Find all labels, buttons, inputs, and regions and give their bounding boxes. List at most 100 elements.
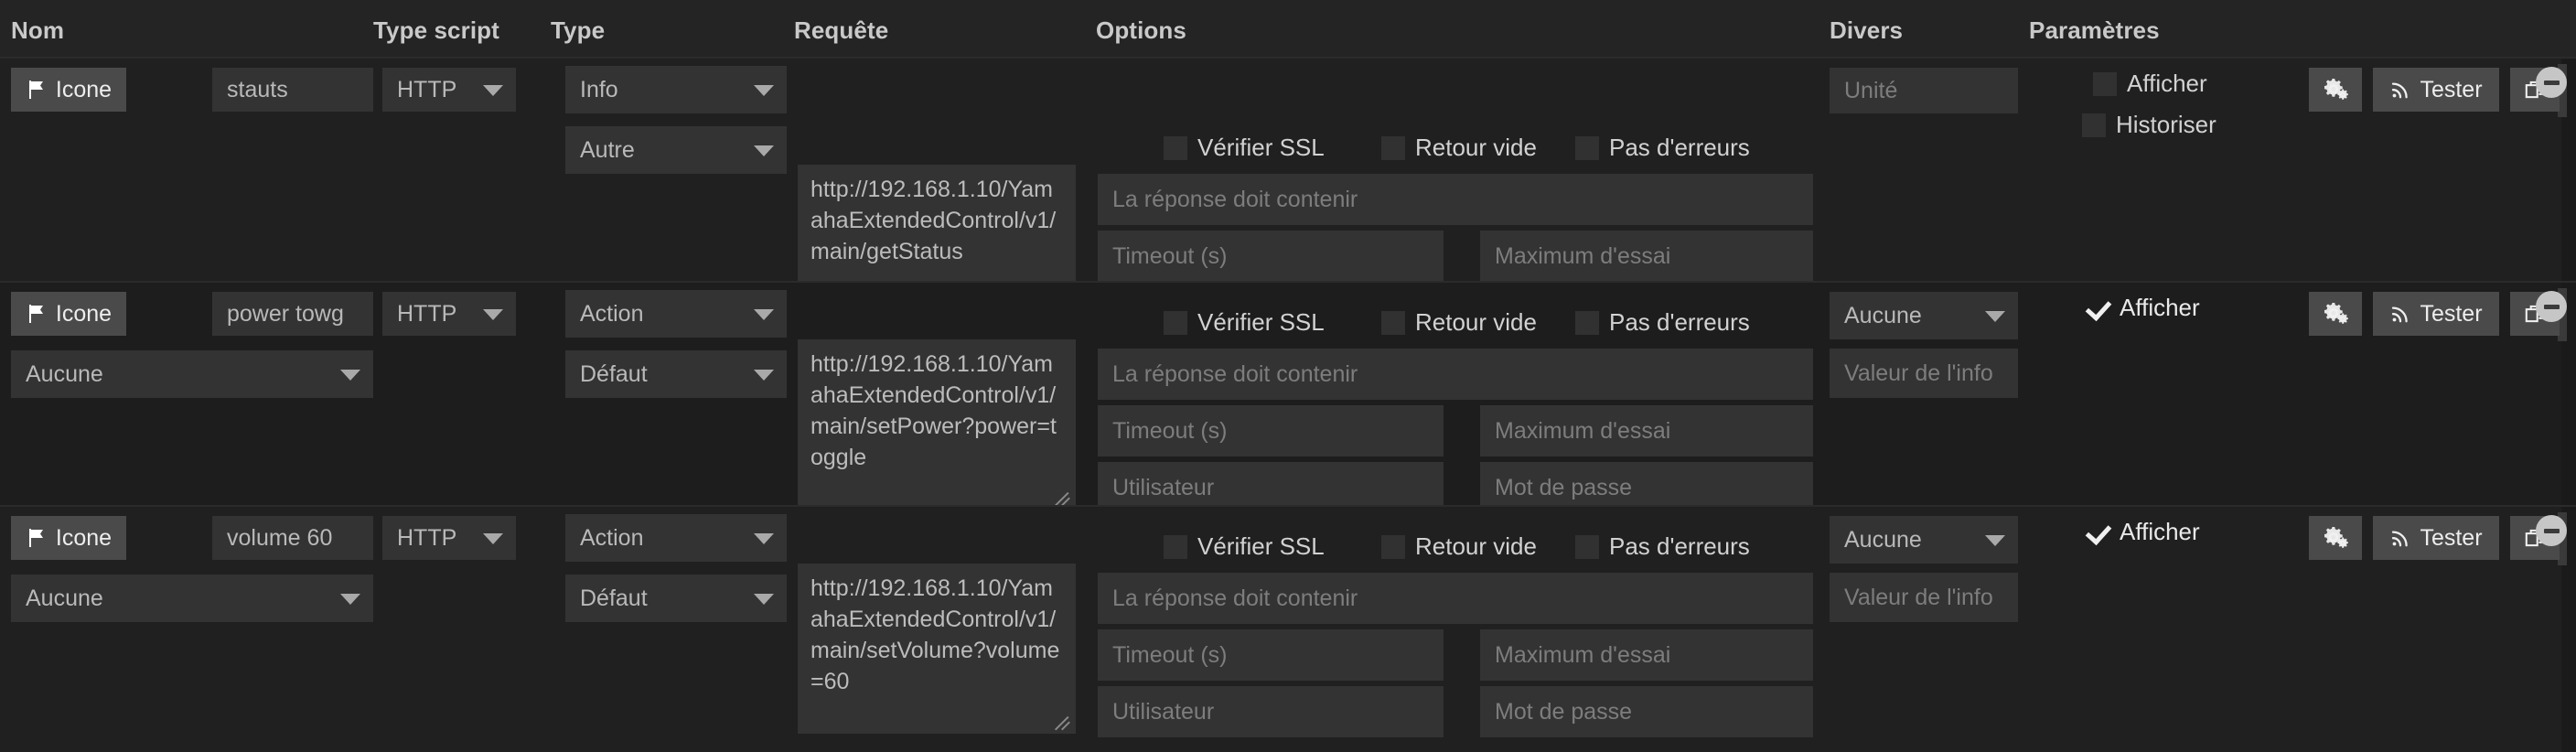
checkbox-box bbox=[1164, 135, 1187, 160]
info-value-input[interactable]: Valeur de l'info bbox=[1830, 349, 2018, 398]
verify-ssl-checkbox[interactable]: Vérifier SSL bbox=[1164, 532, 1325, 561]
timeout-input[interactable]: Timeout (s) bbox=[1098, 405, 1444, 457]
icon-picker-label: Icone bbox=[55, 76, 113, 102]
empty-return-label: Retour vide bbox=[1415, 532, 1537, 560]
historize-label: Historiser bbox=[2116, 111, 2216, 138]
chevron-down-icon bbox=[754, 145, 774, 156]
no-errors-checkbox[interactable]: Pas d'erreurs bbox=[1575, 532, 1750, 561]
show-checkbox[interactable]: Afficher bbox=[2093, 70, 2207, 98]
no-errors-checkbox[interactable]: Pas d'erreurs bbox=[1575, 134, 1750, 162]
test-button[interactable]: Tester bbox=[2373, 516, 2499, 560]
checkbox-box bbox=[1164, 310, 1187, 335]
chevron-down-icon bbox=[340, 370, 360, 381]
command-subtype-select[interactable]: Autre bbox=[565, 126, 787, 174]
request-textarea[interactable]: http://192.168.1.10/YamahaExtendedContro… bbox=[798, 564, 1076, 734]
no-errors-checkbox[interactable]: Pas d'erreurs bbox=[1575, 308, 1750, 337]
divers-select-value: Aucune bbox=[1844, 302, 1922, 328]
remove-command-button[interactable] bbox=[2536, 291, 2567, 322]
resize-handle-icon[interactable] bbox=[1057, 715, 1073, 732]
script-type-value: HTTP bbox=[397, 300, 457, 327]
cogs-icon bbox=[2322, 524, 2349, 552]
divers-select[interactable]: Aucune bbox=[1830, 292, 2018, 339]
rss-signal-icon bbox=[2389, 527, 2411, 549]
empty-return-label: Retour vide bbox=[1415, 308, 1537, 336]
historize-checkbox[interactable]: Historiser bbox=[2082, 111, 2216, 139]
command-subtype-select[interactable]: Défaut bbox=[565, 350, 787, 398]
configure-button[interactable] bbox=[2309, 292, 2362, 336]
command-row: Icone stauts HTTP Info Autre http://192.… bbox=[0, 57, 2576, 338]
chevron-down-icon bbox=[1985, 535, 2005, 546]
checkbox-box bbox=[1164, 534, 1187, 559]
empty-return-checkbox[interactable]: Retour vide bbox=[1381, 532, 1537, 561]
icon-picker-button[interactable]: Icone bbox=[11, 68, 126, 112]
command-name-input[interactable]: power towg bbox=[212, 292, 373, 336]
verify-ssl-checkbox[interactable]: Vérifier SSL bbox=[1164, 308, 1325, 337]
command-name-input[interactable]: volume 60 bbox=[212, 516, 373, 560]
checkbox-box bbox=[2086, 296, 2109, 320]
max-retry-input[interactable]: Maximum d'essai bbox=[1480, 629, 1813, 681]
checkbox-box bbox=[1381, 534, 1405, 559]
chevron-down-icon bbox=[754, 594, 774, 605]
script-type-select[interactable]: HTTP bbox=[382, 68, 516, 112]
checkbox-box bbox=[2086, 521, 2109, 544]
show-checkbox[interactable]: Afficher bbox=[2086, 294, 2200, 322]
test-button[interactable]: Tester bbox=[2373, 68, 2499, 112]
checkbox-box bbox=[2093, 71, 2117, 96]
chevron-down-icon bbox=[483, 309, 503, 320]
script-type-select[interactable]: HTTP bbox=[382, 292, 516, 336]
command-type-select[interactable]: Action bbox=[565, 290, 787, 338]
unit-select[interactable]: Aucune bbox=[11, 350, 373, 398]
configure-button[interactable] bbox=[2309, 516, 2362, 560]
max-retry-input[interactable]: Maximum d'essai bbox=[1480, 405, 1813, 457]
checkbox-box bbox=[1381, 310, 1405, 335]
configure-button[interactable] bbox=[2309, 68, 2362, 112]
cogs-icon bbox=[2322, 300, 2349, 328]
command-type-select[interactable]: Action bbox=[565, 514, 787, 562]
user-input[interactable]: Utilisateur bbox=[1098, 686, 1444, 737]
command-subtype-select[interactable]: Défaut bbox=[565, 575, 787, 622]
verify-ssl-checkbox[interactable]: Vérifier SSL bbox=[1164, 134, 1325, 162]
empty-return-checkbox[interactable]: Retour vide bbox=[1381, 134, 1537, 162]
unit-select-value: Aucune bbox=[26, 360, 103, 387]
flag-icon bbox=[26, 79, 48, 101]
remove-command-button[interactable] bbox=[2536, 67, 2567, 98]
empty-return-checkbox[interactable]: Retour vide bbox=[1381, 308, 1537, 337]
info-value-input[interactable]: Valeur de l'info bbox=[1830, 573, 2018, 622]
timeout-input[interactable]: Timeout (s) bbox=[1098, 629, 1444, 681]
column-header-requete: Requête bbox=[794, 16, 889, 44]
unit-input[interactable]: Unité bbox=[1830, 68, 2018, 113]
icon-picker-button[interactable]: Icone bbox=[11, 516, 126, 560]
show-label: Afficher bbox=[2120, 294, 2200, 321]
unit-select[interactable]: Aucune bbox=[11, 575, 373, 622]
icon-picker-button[interactable]: Icone bbox=[11, 292, 126, 336]
request-textarea[interactable]: http://192.168.1.10/YamahaExtendedContro… bbox=[798, 339, 1076, 510]
divers-select[interactable]: Aucune bbox=[1830, 516, 2018, 564]
show-checkbox[interactable]: Afficher bbox=[2086, 518, 2200, 546]
test-label: Tester bbox=[2420, 76, 2483, 102]
request-value: http://192.168.1.10/YamahaExtendedContro… bbox=[810, 351, 1057, 470]
chevron-down-icon bbox=[1985, 311, 2005, 322]
test-button[interactable]: Tester bbox=[2373, 292, 2499, 336]
password-input[interactable]: Mot de passe bbox=[1480, 686, 1813, 737]
divers-select-value: Aucune bbox=[1844, 526, 1922, 553]
response-contains-input[interactable]: La réponse doit contenir bbox=[1098, 573, 1813, 624]
column-header-nom: Nom bbox=[11, 16, 65, 44]
chevron-down-icon bbox=[754, 309, 774, 320]
show-label: Afficher bbox=[2127, 70, 2207, 97]
command-name-input[interactable]: stauts bbox=[212, 68, 373, 112]
remove-command-button[interactable] bbox=[2536, 515, 2567, 546]
column-header-type: Type bbox=[551, 16, 606, 44]
response-contains-input[interactable]: La réponse doit contenir bbox=[1098, 349, 1813, 400]
rss-signal-icon bbox=[2389, 303, 2411, 325]
chevron-down-icon bbox=[483, 85, 503, 96]
timeout-input[interactable]: Timeout (s) bbox=[1098, 231, 1444, 282]
command-type-select[interactable]: Info bbox=[565, 66, 787, 113]
command-subtype-value: Autre bbox=[580, 136, 635, 163]
chevron-down-icon bbox=[754, 85, 774, 96]
max-retry-input[interactable]: Maximum d'essai bbox=[1480, 231, 1813, 282]
icon-picker-label: Icone bbox=[55, 300, 113, 327]
verify-ssl-label: Vérifier SSL bbox=[1197, 308, 1325, 336]
response-contains-input[interactable]: La réponse doit contenir bbox=[1098, 174, 1813, 225]
chevron-down-icon bbox=[340, 594, 360, 605]
script-type-select[interactable]: HTTP bbox=[382, 516, 516, 560]
